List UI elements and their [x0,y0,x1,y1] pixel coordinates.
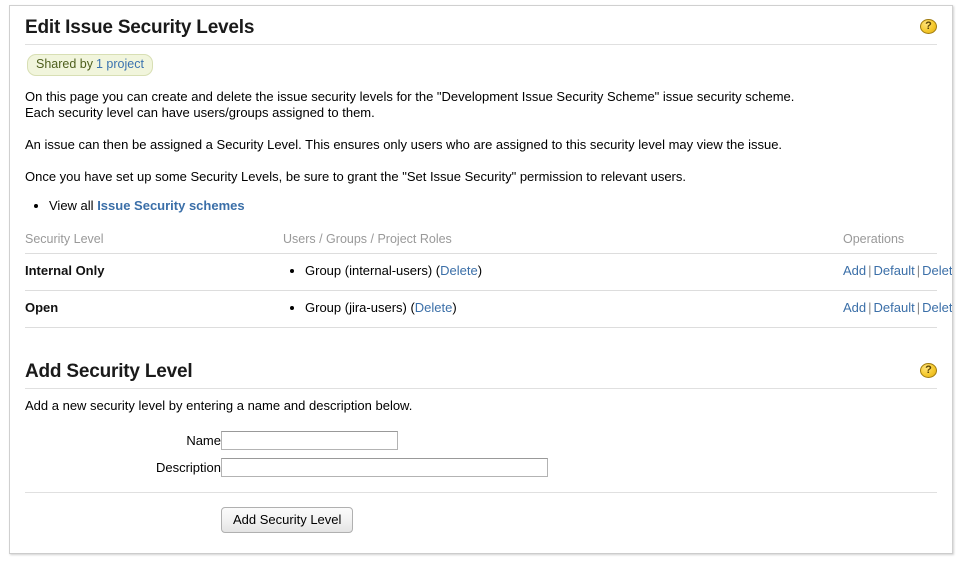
help-icon[interactable]: ? [920,363,937,378]
level-name-cell: Open [25,290,283,328]
form-row-description: Description [25,454,937,481]
table-header-row: Security Level Users / Groups / Project … [25,232,937,254]
view-all-list: View all Issue Security schemes [25,197,937,214]
member-label: Group (internal-users) ( [305,263,441,278]
add-section-title: Add Security Level [25,361,193,382]
list-item: Group (internal-users) (Delete) [305,263,843,279]
member-suffix: ) [477,263,483,278]
add-security-level-header: Add Security Level ? [25,350,937,389]
description-line-1: On this page you can create and delete t… [25,89,795,104]
member-delete-link[interactable]: Delete [415,300,453,315]
issue-security-schemes-link[interactable]: Issue Security schemes [97,198,244,213]
form-row-name: Name [25,427,937,454]
member-suffix: ) [452,300,457,315]
security-levels-table: Security Level Users / Groups / Project … [25,232,952,328]
list-item: Group (jira-users) (Delete) [305,300,843,316]
add-security-level-form: Name Description [25,427,937,481]
column-header-security-level: Security Level [25,232,283,254]
operation-delete-link[interactable]: Delete [922,300,952,315]
content-panel: Edit Issue Security Levels ? Shared by 1 … [9,5,953,554]
add-title-divider [25,388,937,389]
description-label: Description [155,460,221,475]
title-divider [25,44,937,45]
operation-delete-link[interactable]: Delete [922,263,952,278]
description-line-2: Each security level can have users/group… [25,105,375,120]
list-item: View all Issue Security schemes [49,197,937,214]
members-list: Group (jira-users) (Delete) [283,300,843,316]
name-input[interactable] [221,431,398,450]
help-icon[interactable]: ? [920,19,937,34]
description-paragraph-1: On this page you can create and delete t… [25,89,937,121]
shared-by-row: Shared by 1 project [25,45,937,76]
description-paragraph-3: Once you have set up some Security Level… [25,169,687,184]
operation-add-link[interactable]: Add [843,300,866,315]
operation-separator: | [868,300,872,315]
submit-row: Add Security Level [25,507,937,533]
table-row: Internal Only Group (internal-users) (De… [25,253,952,291]
page-header: Edit Issue Security Levels ? [25,6,937,45]
page-title: Edit Issue Security Levels [25,17,255,38]
shared-by-label: Shared by [36,57,93,71]
operation-add-link[interactable]: Add [843,263,866,278]
operation-default-link[interactable]: Default [874,263,915,278]
name-field-cell [221,427,937,454]
member-label: Group (jira-users) ( [305,300,415,315]
members-list: Group (internal-users) (Delete) [283,263,843,279]
add-section-description: Add a new security level by entering a n… [25,398,413,413]
column-header-operations: Operations [843,232,937,254]
members-cell: Group (jira-users) (Delete) [283,290,843,328]
shared-by-badge: Shared by 1 project [27,54,153,76]
column-header-users-groups-roles: Users / Groups / Project Roles [283,232,843,254]
table-row: Open Group (jira-users) (Delete) Add|Def… [25,290,952,328]
shared-project-count-link[interactable]: 1 project [96,57,144,71]
name-label: Name [186,433,221,448]
form-divider [25,492,937,493]
description-field-cell [221,454,937,481]
level-name-cell: Internal Only [25,253,283,291]
operations-cell: Add|Default|Delete [843,253,952,291]
operation-separator: | [868,263,872,278]
members-cell: Group (internal-users) (Delete) [283,253,843,291]
operations-cell: Add|Default|Delete [843,290,952,328]
description-paragraph-2: An issue can then be assigned a Security… [25,137,783,152]
description-input[interactable] [221,458,548,477]
add-security-level-button[interactable]: Add Security Level [221,507,354,533]
member-delete-link[interactable]: Delete [440,263,478,278]
operation-default-link[interactable]: Default [874,300,915,315]
view-all-prefix: View all [49,198,94,213]
